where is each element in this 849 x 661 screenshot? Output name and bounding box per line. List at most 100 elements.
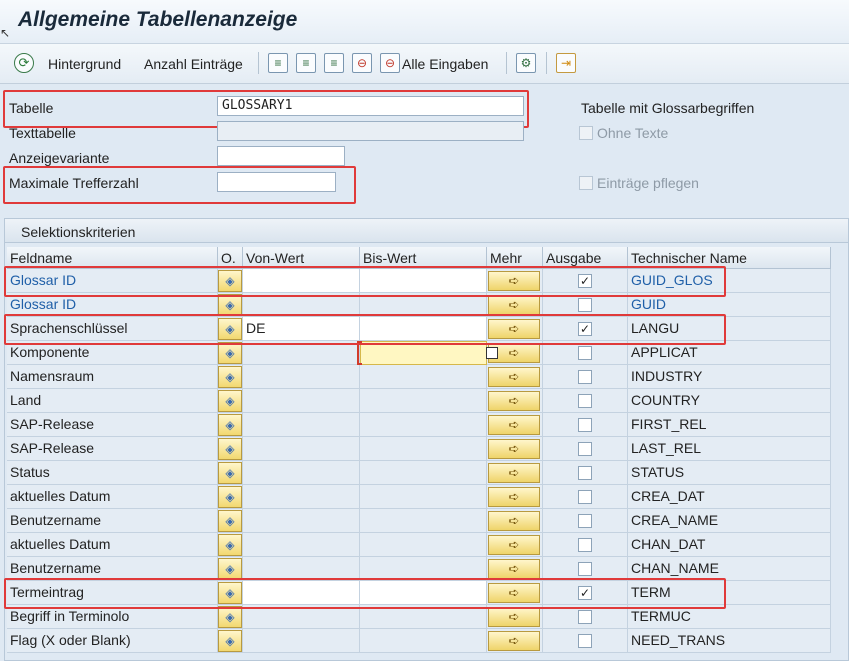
count-entries-button[interactable]: Anzahl Einträge [144,56,243,72]
from-value-input[interactable] [243,413,360,437]
layout-variant-input[interactable] [217,146,345,166]
execute-clock-icon[interactable]: ⟳ [14,53,34,73]
deselect-icon[interactable]: ≡ [324,53,344,73]
to-value-input[interactable] [360,629,487,653]
col-header-field[interactable]: Feldname [7,247,218,269]
select-option-icon[interactable]: ◈ [218,582,242,604]
multiple-selection-arrow-icon[interactable]: ➪ [488,319,540,339]
field-name-cell[interactable]: Glossar ID [7,293,218,317]
no-texts-checkbox[interactable] [579,126,593,140]
value-help-icon[interactable] [486,347,498,359]
select-option-icon[interactable]: ◈ [218,342,242,364]
background-button[interactable]: Hintergrund [48,56,121,72]
output-checkbox[interactable] [578,418,592,432]
from-value-input[interactable] [243,533,360,557]
output-checkbox[interactable] [578,298,592,312]
output-checkbox[interactable] [578,346,592,360]
multiple-selection-arrow-icon[interactable]: ➪ [488,583,540,603]
export-arrow-icon[interactable]: ⇥ [556,53,576,73]
to-value-input[interactable] [360,389,487,413]
from-value-input[interactable] [243,581,360,605]
from-value-input[interactable] [243,461,360,485]
select-option-icon[interactable]: ◈ [218,462,242,484]
select-option-icon[interactable]: ◈ [218,630,242,652]
from-value-input[interactable]: DE [243,317,360,341]
output-checkbox[interactable]: ✓ [578,586,592,600]
col-header-more[interactable]: Mehr [487,247,543,269]
output-checkbox[interactable] [578,538,592,552]
to-value-input[interactable] [360,557,487,581]
multiple-selection-arrow-icon[interactable]: ➪ [488,487,540,507]
from-value-input[interactable] [243,485,360,509]
select-option-icon[interactable]: ◈ [218,558,242,580]
multiple-selection-arrow-icon[interactable]: ➪ [488,439,540,459]
select-option-icon[interactable]: ◈ [218,510,242,532]
select-option-icon[interactable]: ◈ [218,606,242,628]
select-option-icon[interactable]: ◈ [218,390,242,412]
multiple-selection-arrow-icon[interactable]: ➪ [488,463,540,483]
multiple-selection-arrow-icon[interactable]: ➪ [488,631,540,651]
col-header-option[interactable]: O. [218,247,243,269]
multiple-selection-arrow-icon[interactable]: ➪ [488,559,540,579]
output-checkbox[interactable] [578,394,592,408]
output-checkbox[interactable] [578,490,592,504]
to-value-input[interactable] [360,317,487,341]
select-option-icon[interactable]: ◈ [218,438,242,460]
to-value-input[interactable] [360,413,487,437]
field-selection-icon[interactable]: ⚙ [516,53,536,73]
col-header-to[interactable]: Bis-Wert [360,247,487,269]
delete-selection-icon[interactable]: ⊖ [352,53,372,73]
from-value-input[interactable] [243,365,360,389]
output-checkbox[interactable] [578,514,592,528]
multiple-selection-arrow-icon[interactable]: ➪ [488,415,540,435]
to-value-input[interactable] [360,437,487,461]
output-checkbox[interactable]: ✓ [578,274,592,288]
select-block-icon[interactable]: ≡ [296,53,316,73]
output-checkbox[interactable] [578,442,592,456]
output-checkbox[interactable] [578,466,592,480]
to-value-input[interactable] [360,269,487,293]
to-value-input[interactable] [360,605,487,629]
select-option-icon[interactable]: ◈ [218,534,242,556]
col-header-output[interactable]: Ausgabe [543,247,628,269]
to-value-input-active[interactable] [360,341,487,365]
output-checkbox[interactable]: ✓ [578,322,592,336]
from-value-input[interactable] [243,509,360,533]
maintain-entries-checkbox[interactable] [579,176,593,190]
from-value-input[interactable] [243,605,360,629]
output-checkbox[interactable] [578,562,592,576]
select-option-icon[interactable]: ◈ [218,270,242,292]
multiple-selection-arrow-icon[interactable]: ➪ [488,391,540,411]
from-value-input[interactable] [243,629,360,653]
to-value-input[interactable] [360,533,487,557]
multiple-selection-arrow-icon[interactable]: ➪ [488,295,540,315]
from-value-input[interactable] [243,341,360,365]
to-value-input[interactable] [360,509,487,533]
from-value-input[interactable] [243,269,360,293]
all-entries-button[interactable]: Alle Eingaben [402,56,488,72]
output-checkbox[interactable] [578,610,592,624]
multiple-selection-arrow-icon[interactable]: ➪ [488,607,540,627]
output-checkbox[interactable] [578,634,592,648]
multiple-selection-arrow-icon[interactable]: ➪ [488,271,540,291]
select-option-icon[interactable]: ◈ [218,318,242,340]
output-checkbox[interactable] [578,370,592,384]
field-name-cell[interactable]: Glossar ID [7,269,218,293]
multiple-selection-arrow-icon[interactable]: ➪ [488,367,540,387]
select-option-icon[interactable]: ◈ [218,486,242,508]
select-all-icon[interactable]: ≡ [268,53,288,73]
to-value-input[interactable] [360,485,487,509]
select-option-icon[interactable]: ◈ [218,414,242,436]
select-option-icon[interactable]: ◈ [218,294,242,316]
from-value-input[interactable] [243,293,360,317]
multiple-selection-arrow-icon[interactable]: ➪ [488,511,540,531]
select-option-icon[interactable]: ◈ [218,366,242,388]
from-value-input[interactable] [243,557,360,581]
from-value-input[interactable] [243,437,360,461]
col-header-from[interactable]: Von-Wert [243,247,360,269]
to-value-input[interactable] [360,365,487,389]
to-value-input[interactable] [360,461,487,485]
multiple-selection-arrow-icon[interactable]: ➪ [488,535,540,555]
table-input[interactable]: GLOSSARY1 [217,96,524,116]
from-value-input[interactable] [243,389,360,413]
